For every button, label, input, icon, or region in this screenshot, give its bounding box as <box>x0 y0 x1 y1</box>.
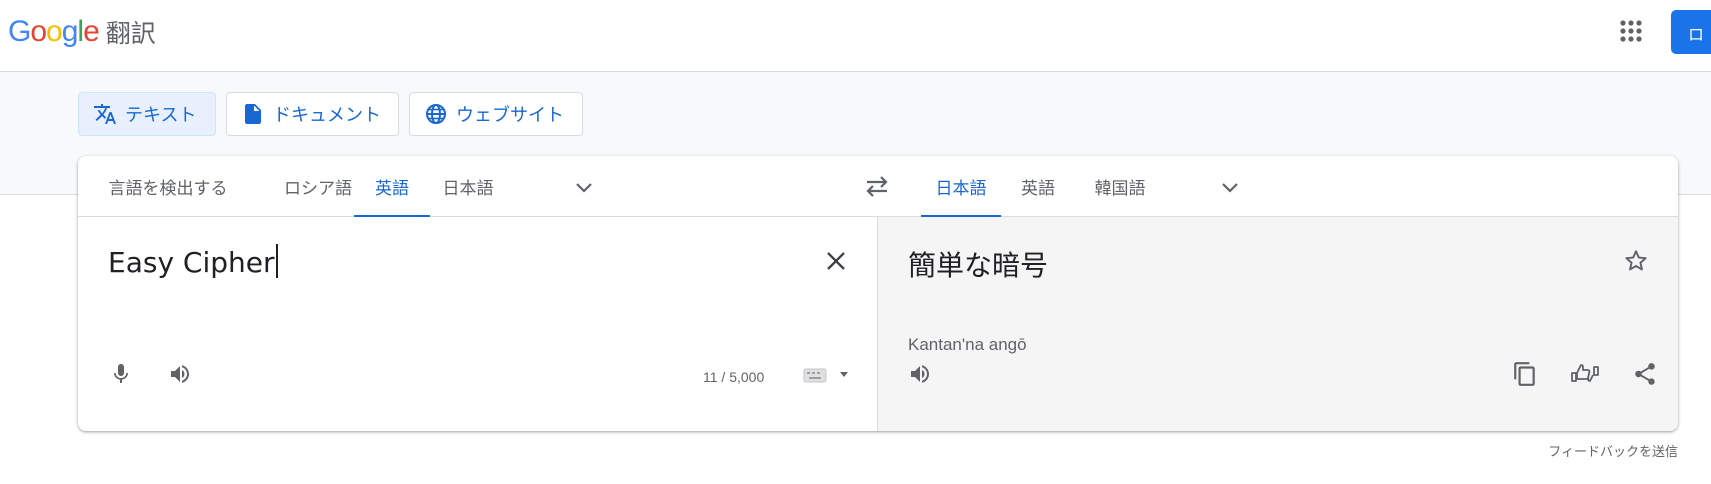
target-listen-speaker-icon[interactable] <box>900 354 940 394</box>
mode-text-button[interactable]: テキスト <box>78 92 216 136</box>
apps-grid-icon[interactable] <box>1617 17 1645 45</box>
google-wordmark: Google <box>8 15 100 49</box>
source-listen-speaker-icon[interactable] <box>160 354 200 394</box>
source-text: Easy Cipher <box>108 246 275 279</box>
translation-card: 言語を検出する ロシア語 英語 日本語 日本語 英語 韓国語 Easy Ciph… <box>78 156 1678 431</box>
top-bar: Google 翻訳 ロ <box>0 0 1711 72</box>
target-pane: 簡単な暗号 Kantan'na angō <box>877 217 1678 431</box>
target-lang-korean[interactable]: 韓国語 <box>1075 156 1165 217</box>
source-pane[interactable]: Easy Cipher 11 / 5,000 <box>78 217 877 431</box>
rate-translation-thumbs-icon[interactable] <box>1565 354 1605 394</box>
translated-text: 簡単な暗号 <box>908 249 1049 282</box>
google-translate-logo[interactable]: Google 翻訳 <box>8 12 156 52</box>
mode-website-label: ウェブサイト <box>456 105 564 126</box>
mode-website-button[interactable]: ウェブサイト <box>409 92 583 136</box>
transliteration: Kantan'na angō <box>908 335 1027 354</box>
logo-letter: g <box>61 15 79 48</box>
mode-document-button[interactable]: ドキュメント <box>226 92 399 136</box>
source-lang-more-chevron-down-icon[interactable] <box>570 173 598 201</box>
send-feedback-link[interactable]: フィードバックを送信 <box>1530 441 1678 460</box>
source-text-input[interactable]: Easy Cipher <box>108 244 278 279</box>
source-lang-english[interactable]: 英語 <box>354 156 430 218</box>
copy-translation-icon[interactable] <box>1505 354 1545 394</box>
logo-letter: G <box>8 15 31 48</box>
swap-languages-icon[interactable] <box>862 171 892 201</box>
document-icon <box>245 104 261 124</box>
product-name: 翻訳 <box>105 19 156 48</box>
mode-document-label: ドキュメント <box>273 105 381 126</box>
keyboard-icon[interactable] <box>798 354 858 394</box>
target-lang-more-chevron-down-icon[interactable] <box>1216 173 1244 201</box>
login-button[interactable]: ロ <box>1671 10 1711 54</box>
character-count: 11 / 5,000 <box>703 369 765 385</box>
globe-icon <box>426 104 446 124</box>
microphone-icon[interactable] <box>101 354 141 394</box>
text-cursor <box>275 244 278 278</box>
target-lang-japanese[interactable]: 日本語 <box>921 156 1001 218</box>
clear-text-close-icon[interactable] <box>816 241 856 281</box>
source-lang-japanese[interactable]: 日本語 <box>430 156 506 217</box>
logo-letter: e <box>83 15 100 48</box>
target-lang-english[interactable]: 英語 <box>1001 156 1075 217</box>
logo-letter: o <box>30 15 47 48</box>
language-bar: 言語を検出する ロシア語 英語 日本語 日本語 英語 韓国語 <box>78 156 1678 218</box>
mode-text-label: テキスト <box>125 105 197 126</box>
logo-letter: o <box>46 15 63 48</box>
share-icon[interactable] <box>1625 354 1665 394</box>
source-lang-detect[interactable]: 言語を検出する <box>78 156 258 217</box>
translate-icon <box>94 104 116 124</box>
save-translation-star-icon[interactable] <box>1616 241 1656 281</box>
